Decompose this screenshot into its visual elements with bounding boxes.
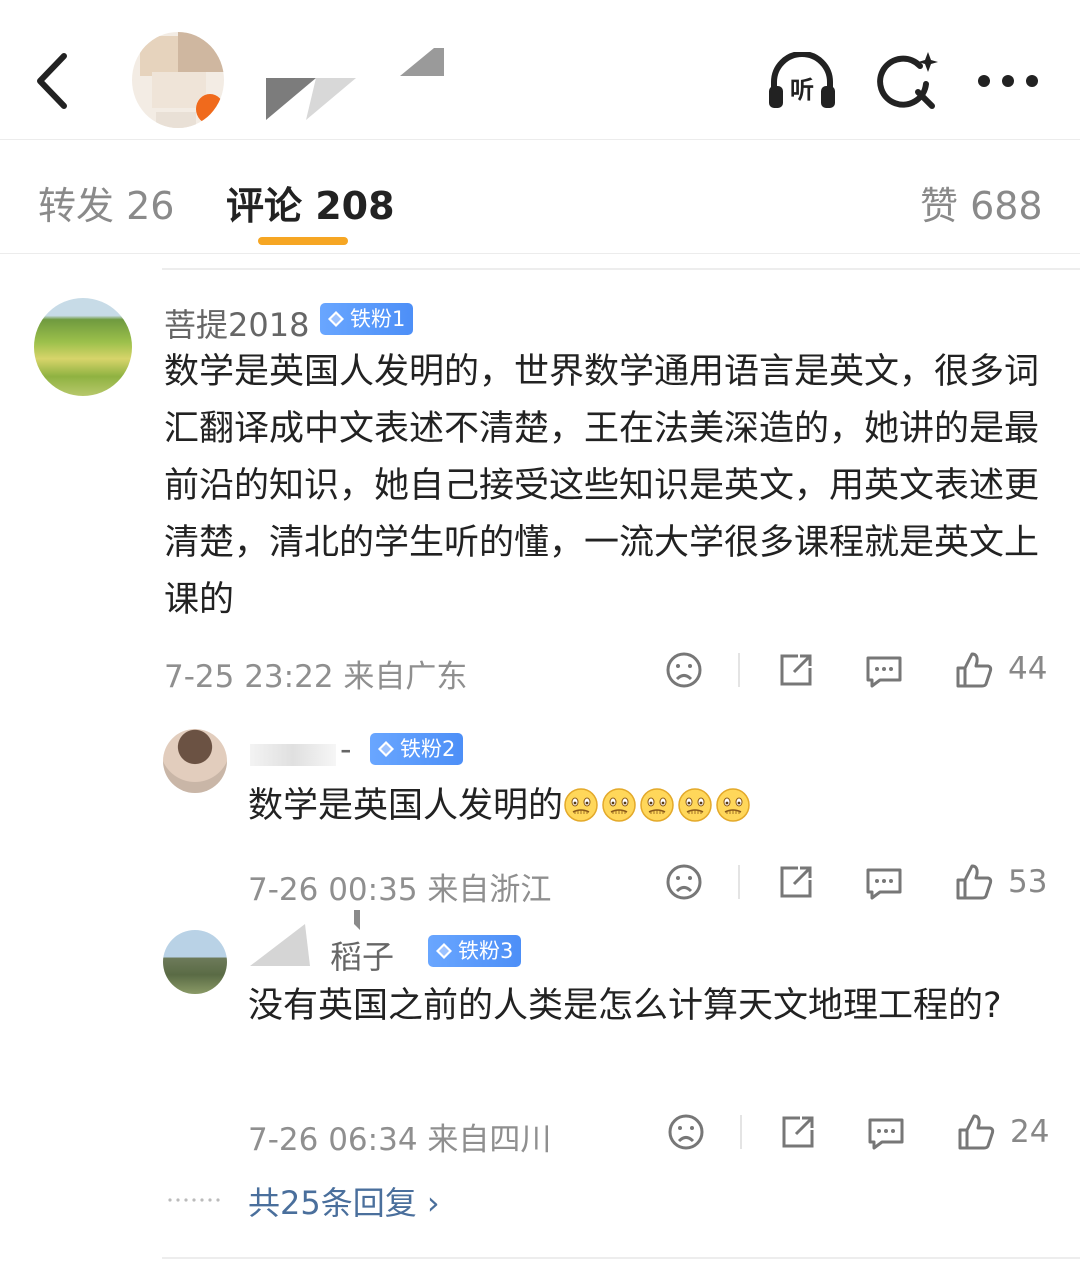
reply-comment-icon[interactable]: [864, 650, 904, 690]
grimace-face-emoji: [602, 788, 636, 822]
username-blurred: [250, 744, 336, 766]
fan-badge: 铁粉1: [320, 303, 414, 335]
avatar[interactable]: [163, 729, 227, 793]
thumbs-up-icon[interactable]: [954, 650, 994, 690]
tab-bar: 转发 26 评论 208 赞 688: [0, 141, 1080, 254]
fan-badge-label: 铁粉1: [350, 307, 406, 331]
search-sparkle-icon[interactable]: [876, 50, 940, 112]
grimace-face-emoji: [640, 788, 674, 822]
grimace-face-emoji: [716, 788, 750, 822]
diamond-icon: [328, 311, 344, 327]
tab-reposts[interactable]: 转发 26: [38, 175, 174, 230]
tab-likes[interactable]: 赞 688: [920, 175, 1043, 230]
username[interactable]: -: [340, 730, 352, 768]
dislike-face-icon[interactable]: [664, 650, 704, 690]
like-count: 24: [1010, 1114, 1050, 1150]
comment-text: 数学是英国人发明的，世界数学通用语言是英文，很多词汇翻译成中文表述不清楚，王在法…: [164, 352, 1040, 620]
like-count: 53: [1008, 864, 1048, 900]
thumbs-up-icon[interactable]: [954, 862, 994, 902]
dislike-face-icon[interactable]: [664, 862, 704, 902]
dislike-face-icon[interactable]: [666, 1112, 706, 1152]
more-dots-icon[interactable]: [976, 72, 1040, 90]
avatar[interactable]: [34, 298, 132, 396]
fan-badge: 铁粉3: [428, 935, 522, 967]
view-more-replies-link[interactable]: 共25条回复 ›: [248, 1178, 440, 1224]
divider: [162, 1257, 1080, 1259]
reply-text: 数学是英国人发明的: [248, 786, 564, 826]
divider: [162, 268, 1080, 270]
reply-comment-icon[interactable]: [866, 1112, 906, 1152]
reply-comment-icon[interactable]: [864, 862, 904, 902]
diamond-icon: [436, 943, 452, 959]
like-count: 44: [1008, 651, 1048, 687]
dotted-leader: [168, 1198, 220, 1202]
share-icon[interactable]: [778, 1112, 818, 1152]
emoji-group: [563, 786, 753, 826]
fan-badge-label: 铁粉2: [400, 737, 456, 761]
tab-comments[interactable]: 评论 208: [226, 175, 395, 230]
diamond-icon: [378, 741, 394, 757]
reply-text-row: 数学是英国人发明的: [248, 778, 1048, 835]
avatar[interactable]: [163, 930, 227, 994]
top-bar: 听: [0, 0, 1080, 140]
headphones-listen-icon[interactable]: 听: [766, 52, 838, 110]
username[interactable]: 菩提2018: [164, 300, 309, 346]
grimace-face-emoji: [564, 788, 598, 822]
author-name-blurred: [266, 48, 444, 120]
comment-meta: 7-26 06:34 来自四川: [248, 1122, 552, 1158]
share-icon[interactable]: [776, 650, 816, 690]
comment-meta: 7-25 23:22 来自广东: [164, 659, 468, 695]
divider: [738, 653, 740, 687]
share-icon[interactable]: [776, 862, 816, 902]
username[interactable]: 稻子: [330, 932, 394, 978]
fan-badge: 铁粉2: [370, 733, 464, 765]
grimace-face-emoji: [678, 788, 712, 822]
divider: [738, 865, 740, 899]
author-avatar[interactable]: [132, 32, 224, 128]
reply-text: 没有英国之前的人类是怎么计算天文地理工程的?: [248, 986, 1002, 1026]
back-arrow-icon[interactable]: [28, 46, 88, 116]
divider: [740, 1115, 742, 1149]
active-tab-indicator: [258, 237, 348, 245]
comment-meta: 7-26 00:35 来自浙江: [248, 872, 552, 908]
listen-label: 听: [790, 76, 814, 104]
fan-badge-label: 铁粉3: [458, 939, 514, 963]
thumbs-up-icon[interactable]: [956, 1112, 996, 1152]
